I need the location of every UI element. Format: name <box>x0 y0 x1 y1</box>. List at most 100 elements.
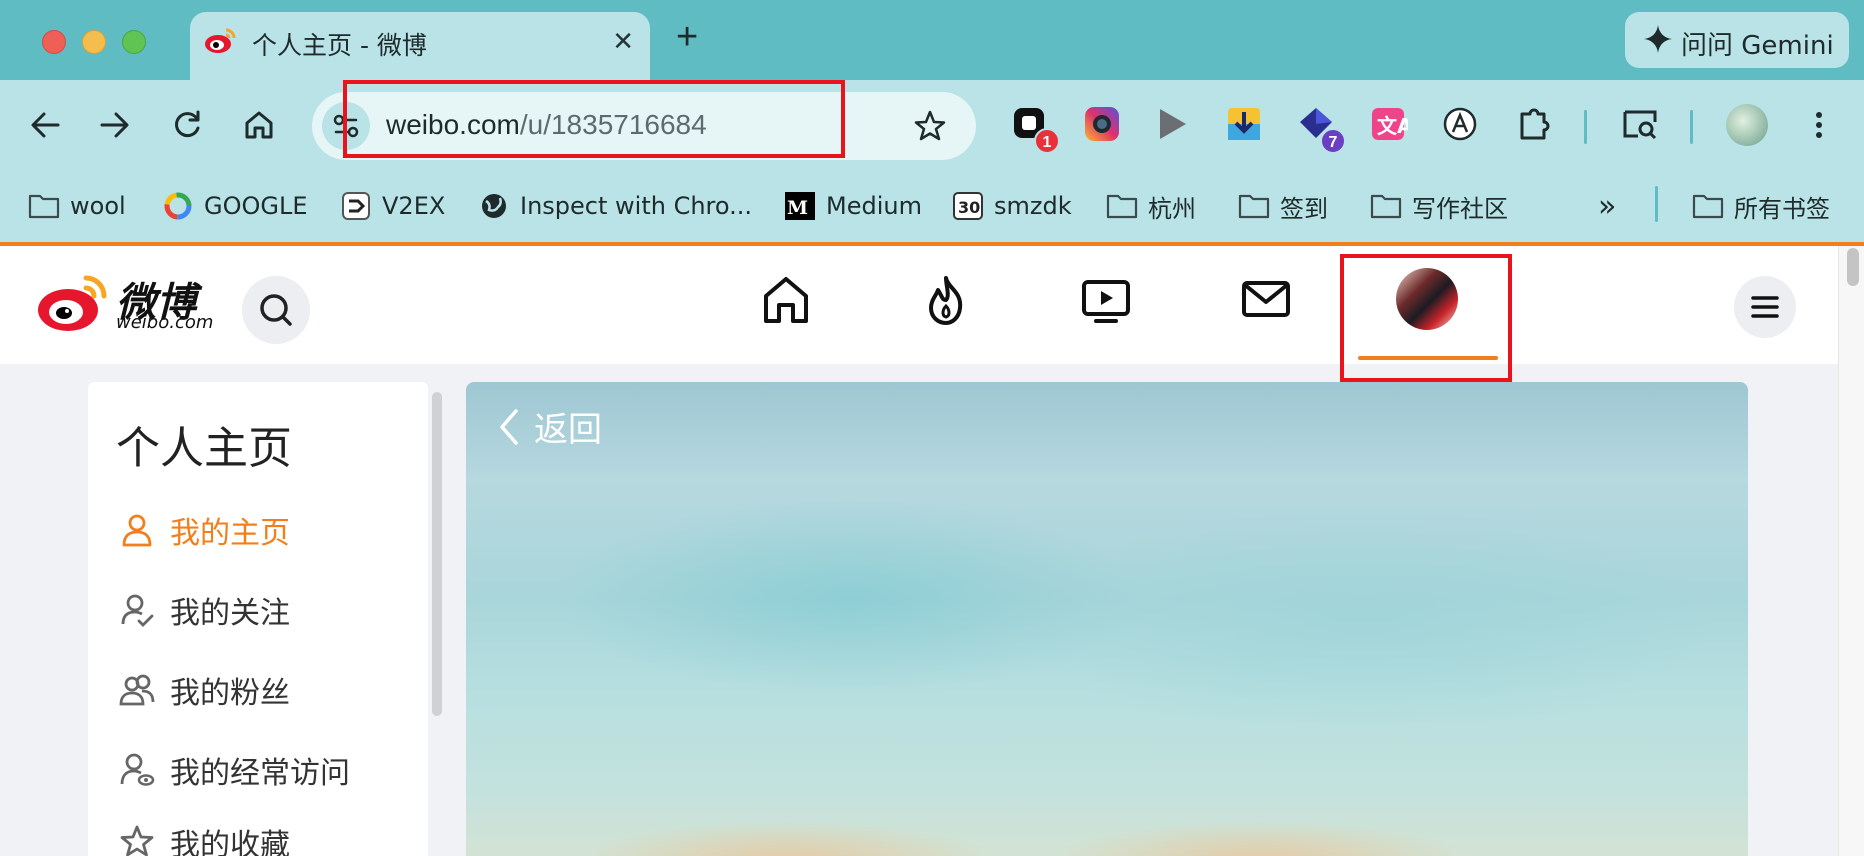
bookmark-smzdk[interactable]: 30 smzdk <box>952 188 1072 224</box>
bookmark-label: wool <box>70 192 126 220</box>
bookmark-label: 写作社区 <box>1412 194 1508 223</box>
menu-button[interactable] <box>1734 276 1796 338</box>
weibo-logo[interactable]: 微博 weibo.com <box>36 270 226 339</box>
browser-tab[interactable]: 个人主页 - 微博 ✕ <box>190 12 650 82</box>
all-bookmarks-button[interactable]: 所有书签 <box>1692 188 1830 224</box>
new-tab-button[interactable]: + <box>676 18 698 56</box>
profile-side-nav: 个人主页 我的主页 我的关注 我的粉丝 我的经常访问 我的收藏 <box>88 382 428 856</box>
google-icon <box>164 192 192 220</box>
user-check-icon <box>121 594 154 627</box>
home-icon[interactable] <box>758 272 814 328</box>
avatar-highlight-box <box>1340 254 1512 382</box>
bookmarks-overflow-button[interactable]: » <box>1598 188 1616 224</box>
svg-text:30: 30 <box>958 198 980 217</box>
bookmark-star-icon[interactable] <box>910 106 950 146</box>
home-icon[interactable] <box>242 108 276 142</box>
medium-icon: M <box>785 192 815 220</box>
ext-app-icon[interactable]: 1 <box>1010 104 1060 154</box>
ext-play-icon[interactable] <box>1152 104 1192 144</box>
bookmark-label: GOOGLE <box>204 192 308 220</box>
bookmark-label: 签到 <box>1280 194 1328 223</box>
chevron-left-icon <box>500 408 518 445</box>
url-highlight-box <box>343 80 845 158</box>
weibo-header: 微博 weibo.com <box>0 246 1838 364</box>
bookmark-label: Inspect with Chro... <box>520 192 753 220</box>
hamburger-icon <box>1751 296 1779 318</box>
globe-icon <box>482 194 506 218</box>
gemini-sparkle-icon <box>1644 25 1672 53</box>
bookmark-inspect[interactable]: Inspect with Chro... <box>478 188 752 224</box>
window-minimize-button[interactable] <box>82 30 106 54</box>
side-nav-scrollbar[interactable] <box>432 392 442 716</box>
bookmark-medium[interactable]: M Medium <box>784 188 922 224</box>
v2ex-icon <box>342 192 370 220</box>
search-button[interactable] <box>242 276 310 344</box>
side-nav-title: 个人主页 <box>116 423 292 474</box>
user-eye-icon <box>120 753 155 786</box>
ext-translate-icon[interactable]: 文A <box>1368 104 1413 144</box>
bookmark-label: smzdk <box>994 192 1072 220</box>
scrollbar-thumb[interactable] <box>1847 248 1859 286</box>
tab-close-icon[interactable]: ✕ <box>612 26 634 57</box>
bookmark-label: Medium <box>826 192 922 220</box>
side-item-favorites[interactable]: 我的收藏 <box>118 820 290 856</box>
toolbar-divider <box>1584 110 1587 144</box>
bookmark-google[interactable]: GOOGLE <box>162 188 308 224</box>
bookmark-label: 杭州 <box>1148 194 1196 223</box>
bookmark-wool[interactable]: wool <box>28 188 126 224</box>
side-item-label: 我的关注 <box>170 596 290 631</box>
tab-title: 个人主页 - 微博 <box>252 31 427 60</box>
ext-badge: 1 <box>1034 128 1060 154</box>
ext-a-circle-icon[interactable] <box>1440 104 1480 144</box>
side-item-label: 我的收藏 <box>170 828 290 856</box>
hot-fire-icon[interactable] <box>918 272 974 328</box>
ext-badge: 7 <box>1320 128 1346 154</box>
side-item-frequent[interactable]: 我的经常访问 <box>118 748 350 792</box>
user-icon <box>122 514 152 547</box>
side-item-label: 我的粉丝 <box>170 676 290 711</box>
reload-icon[interactable] <box>170 108 204 142</box>
side-item-fans[interactable]: 我的粉丝 <box>118 668 290 712</box>
side-item-my-home[interactable]: 我的主页 <box>118 508 290 552</box>
folder-icon <box>1370 194 1402 219</box>
bookmark-v2ex[interactable]: V2EX <box>340 188 445 224</box>
bookmark-writing[interactable]: 写作社区 <box>1370 188 1508 224</box>
folder-icon <box>1106 194 1138 219</box>
tab-search-icon[interactable] <box>1620 104 1660 144</box>
message-icon[interactable] <box>1238 272 1294 328</box>
bookmarks-divider <box>1655 186 1658 222</box>
ask-gemini-button[interactable]: 问问 Gemini <box>1625 12 1849 68</box>
weibo-page: 微博 weibo.com 个人主页 我的主页 我的关注 我的粉丝 我的经常访问 … <box>0 242 1864 856</box>
forward-arrow-icon[interactable] <box>98 108 132 142</box>
ext-download-icon[interactable] <box>1224 104 1264 144</box>
ext-diamond-icon[interactable]: 7 <box>1296 104 1346 154</box>
folder-icon <box>1692 194 1724 219</box>
side-item-label: 我的经常访问 <box>170 756 350 791</box>
ext-camera-icon[interactable] <box>1082 104 1122 144</box>
folder-icon <box>1238 194 1270 219</box>
video-icon[interactable] <box>1078 272 1134 328</box>
calendar-30-icon: 30 <box>953 192 983 220</box>
back-arrow-icon[interactable] <box>28 108 62 142</box>
window-maximize-button[interactable] <box>122 30 146 54</box>
folder-icon <box>28 194 60 219</box>
bookmark-label: 所有书签 <box>1734 194 1830 223</box>
side-item-following[interactable]: 我的关注 <box>118 588 290 632</box>
puzzle-icon[interactable] <box>1514 104 1554 144</box>
toolbar-divider <box>1690 110 1693 144</box>
profile-cover-image: 返回 <box>466 382 1748 856</box>
bookmarks-bar: wool GOOGLE V2EX Inspect with Chro... M … <box>0 170 1864 242</box>
page-scrollbar[interactable] <box>1838 246 1864 856</box>
weibo-favicon-icon <box>205 28 236 53</box>
window-close-button[interactable] <box>42 30 66 54</box>
bookmark-label: V2EX <box>382 192 446 220</box>
back-button[interactable]: 返回 <box>496 402 602 451</box>
back-label: 返回 <box>534 410 602 450</box>
profile-avatar[interactable] <box>1726 104 1768 146</box>
title-bar: 个人主页 - 微博 ✕ + 问问 Gemini <box>0 0 1864 82</box>
bookmark-hangzhou[interactable]: 杭州 <box>1106 188 1196 224</box>
chevron-double-right-icon: » <box>1598 188 1617 224</box>
bookmark-checkin[interactable]: 签到 <box>1238 188 1328 224</box>
svg-text:M: M <box>787 197 808 219</box>
kebab-menu-icon[interactable] <box>1802 108 1836 142</box>
